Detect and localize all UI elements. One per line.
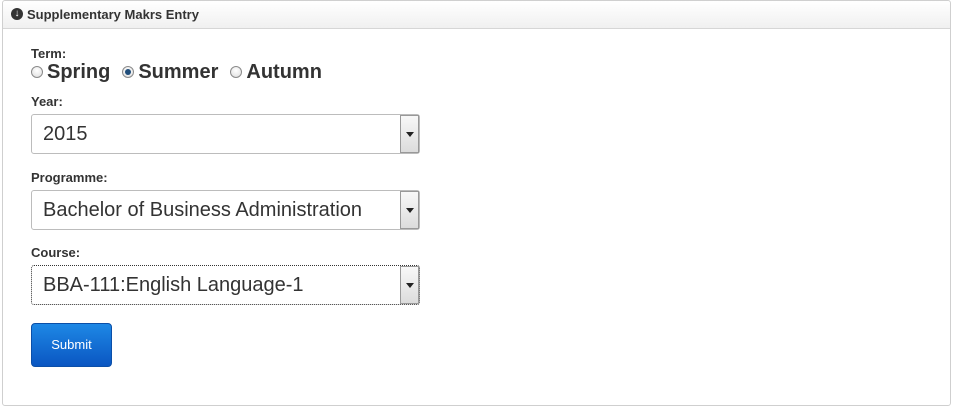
radio-spring[interactable] — [31, 66, 43, 78]
term-label: Term: — [31, 46, 67, 61]
programme-select-value: Bachelor of Business Administration — [43, 199, 363, 221]
term-option-summer[interactable]: Summer — [122, 61, 218, 84]
radio-label-summer[interactable]: Summer — [138, 61, 218, 84]
radio-summer[interactable] — [122, 66, 135, 78]
radio-label-spring[interactable]: Spring — [47, 61, 110, 84]
year-select-value: 2015 — [43, 123, 88, 145]
panel-header[interactable]: ↓ Supplementary Makrs Entry — [3, 1, 950, 29]
year-select[interactable]: 2015 — [31, 114, 420, 154]
circle-arrow-down-icon[interactable]: ↓ — [11, 8, 23, 20]
panel-title: Supplementary Makrs Entry — [27, 7, 199, 22]
radio-label-autumn[interactable]: Autumn — [246, 61, 322, 84]
chevron-down-icon[interactable] — [400, 115, 419, 153]
programme-label: Programme: — [31, 170, 108, 185]
year-label: Year: — [31, 94, 63, 109]
term-option-spring[interactable]: Spring — [31, 61, 110, 84]
term-radio-group: Spring Summer Autumn — [31, 61, 334, 83]
chevron-down-icon[interactable] — [400, 191, 419, 229]
radio-autumn[interactable] — [230, 66, 243, 78]
chevron-down-icon[interactable] — [400, 266, 419, 304]
course-label: Course: — [31, 245, 81, 260]
submit-button[interactable]: Submit — [31, 323, 112, 367]
term-option-autumn[interactable]: Autumn — [230, 61, 322, 84]
course-select[interactable]: BBA-111:English Language-1 — [31, 265, 420, 305]
programme-select[interactable]: Bachelor of Business Administration — [31, 190, 420, 230]
course-select-value: BBA-111:English Language-1 — [43, 274, 304, 296]
